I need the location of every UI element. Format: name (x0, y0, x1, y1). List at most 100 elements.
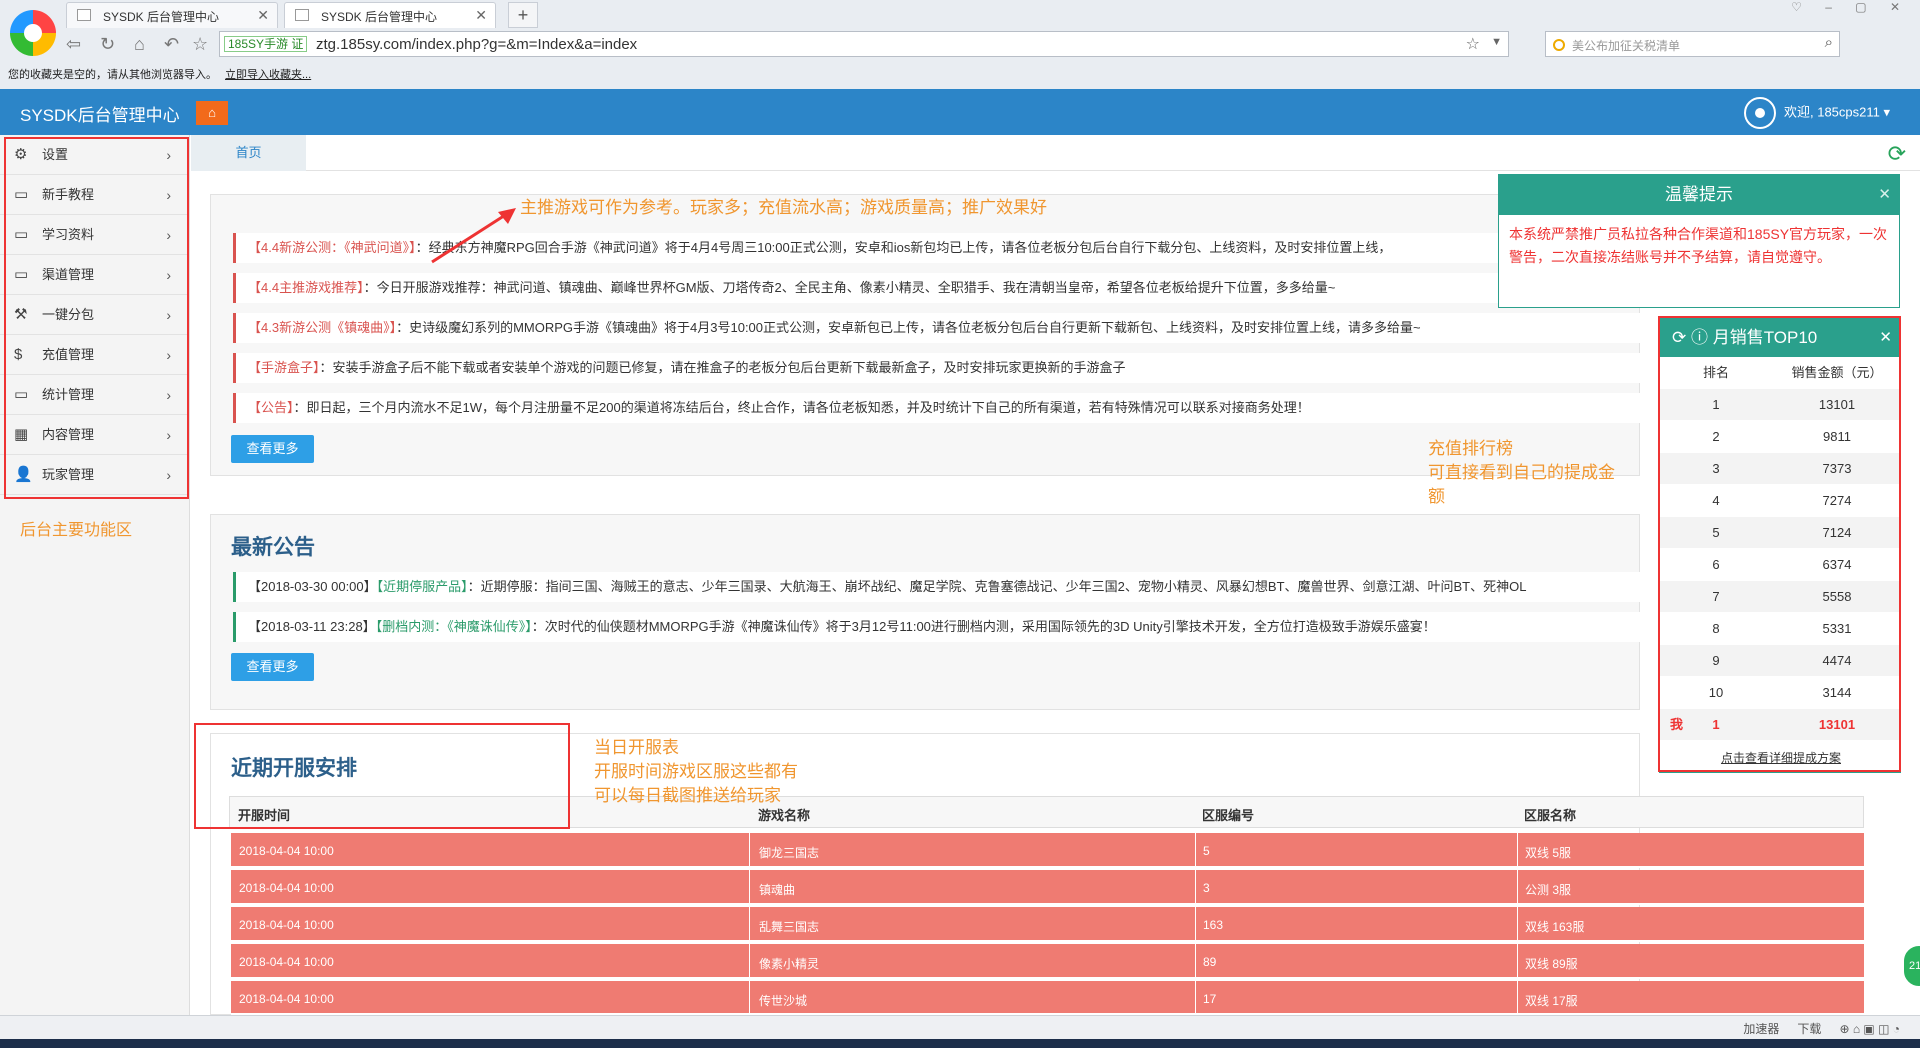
cell-divider (1195, 981, 1196, 1016)
cell-divider (1517, 833, 1518, 868)
search-input[interactable]: 美公布加征关税清单 (1572, 37, 1680, 54)
cell-divider (1517, 944, 1518, 979)
app-header: SYSDK后台管理中心 ⌂ 欢迎, 185cps211 ▾ (0, 89, 1920, 135)
cell-time: 2018-04-04 10:00 (239, 881, 334, 895)
floating-badge[interactable]: 21 (1902, 944, 1920, 988)
cell-game: 镇魂曲 (759, 883, 796, 897)
cell-server-name: 双线 163服 (1525, 920, 1585, 934)
cell-divider (1195, 944, 1196, 979)
notice-item[interactable]: 【4.3新游公测《镇魂曲》】：史诗级魔幻系列的MMORPG手游《镇魂曲》将于4月… (233, 313, 1643, 343)
cell-divider (1517, 870, 1518, 905)
tab-home[interactable]: 首页 (191, 135, 306, 171)
cell-divider (1195, 833, 1196, 868)
notice-text: ：即日起，三个月内流水不足1W，每个月注册量不足200的渠道将冻结后台，终止合作… (293, 400, 1310, 415)
undo-icon[interactable]: ↶ (164, 34, 179, 55)
notice-tag: 【公告】 (248, 400, 294, 415)
welcome-text[interactable]: 欢迎, 185cps211 ▾ (1784, 104, 1890, 119)
window-controls[interactable]: ♡ – ▢ ✕ (1791, 0, 1910, 14)
site-badge: 185SY手游 证 (224, 36, 308, 52)
table-row[interactable]: 2018-04-04 10:00 像素小精灵 89 双线 89服 (231, 944, 1864, 979)
toolbar-icons[interactable]: ⊕ ⌂ ▣ ◫ ◔ (1839, 1022, 1900, 1036)
cell-server-no: 5 (1203, 844, 1210, 858)
cell-game: 御龙三国志 (759, 846, 820, 860)
cell-divider (749, 870, 750, 905)
more-notices-button[interactable]: 查看更多 (231, 435, 314, 463)
browser-tab-1[interactable]: SYSDK 后台管理中心 ✕ (66, 2, 278, 28)
notice-text: ：今日开服游戏推荐：神武问道、镇魂曲、巅峰世界杯GM版、刀塔传奇2、全民主角、像… (363, 280, 1336, 295)
latest-title: 最新公告 (231, 536, 315, 559)
address-bar[interactable]: 185SY手游 证 ztg.185sy.com/index.php?g=&m=I… (219, 31, 1509, 57)
push-games-annotation: 主推游戏可作为参考。玩家多；充值流水高；游戏质量高；推广效果好 (520, 198, 1047, 217)
cell-divider (749, 907, 750, 942)
warning-body: 本系统严禁推广员私拉各种合作渠道和185SY官方玩家，一次警告，二次直接冻结账号… (1509, 226, 1888, 265)
latest-item[interactable]: 【2018-03-11 23:28】【删档内测：《神魔诛仙传》】：次时代的仙侠题… (233, 612, 1643, 642)
tab-title: SYSDK 后台管理中心 (103, 10, 220, 24)
refresh-icon[interactable]: ⟳ (1888, 141, 1906, 167)
more-latest-button[interactable]: 查看更多 (231, 653, 314, 681)
user-menu[interactable]: 欢迎, 185cps211 ▾ (1743, 97, 1890, 129)
home-icon[interactable]: ⌂ (134, 34, 145, 55)
table-row[interactable]: 2018-04-04 10:00 御龙三国志 5 双线 5服 (231, 833, 1864, 868)
table-row[interactable]: 2018-04-04 10:00 传世沙城 17 双线 17服 (231, 981, 1864, 1016)
search-engine-icon (1553, 39, 1565, 51)
schedule-annotation-1: 当日开服表 (594, 738, 679, 757)
cell-server-no: 17 (1203, 992, 1217, 1006)
latest-date: 【2018-03-11 23:28】 (248, 619, 376, 634)
close-icon[interactable]: ✕ (1878, 175, 1891, 215)
latest-panel: 最新公告 【2018-03-30 00:00】【近期停服产品】：近期停服：指间三… (210, 514, 1643, 710)
latest-date: 【2018-03-30 00:00】 (248, 579, 377, 594)
cell-divider (1195, 870, 1196, 905)
back-icon[interactable]: ⇦ (66, 34, 81, 55)
schedule-annotation-3: 可以每日截图推送给玩家 (594, 786, 781, 805)
cell-time: 2018-04-04 10:00 (239, 992, 334, 1006)
avatar (1743, 97, 1776, 129)
search-box[interactable]: 美公布加征关税清单 ⌕ (1545, 31, 1840, 57)
close-tab-icon[interactable]: ✕ (257, 7, 269, 24)
ranking-annotation-2: 可直接看到自己的提成金 (1428, 463, 1615, 482)
cell-divider (1195, 907, 1196, 942)
search-icon[interactable]: ⌕ (1825, 34, 1833, 51)
browser-tab-2[interactable]: SYSDK 后台管理中心 ✕ (284, 2, 496, 28)
cell-time: 2018-04-04 10:00 (239, 918, 334, 932)
cell-time: 2018-04-04 10:00 (239, 844, 334, 858)
cell-server-name: 公测 3服 (1525, 883, 1572, 897)
cell-divider (749, 944, 750, 979)
page-favicon-icon (295, 9, 309, 21)
refresh-icon[interactable]: ↻ (100, 34, 115, 55)
bookmark-star-icon[interactable]: ☆ (1466, 34, 1480, 54)
cell-divider (749, 833, 750, 868)
chevron-down-icon[interactable]: ▼ (1491, 36, 1502, 48)
cell-game: 像素小精灵 (759, 957, 820, 971)
latest-item[interactable]: 【2018-03-30 00:00】【近期停服产品】：近期停服：指间三国、海贼王… (233, 572, 1643, 602)
notice-item[interactable]: 【4.4主推游戏推荐】：今日开服游戏推荐：神武问道、镇魂曲、巅峰世界杯GM版、刀… (233, 273, 1643, 303)
close-tab-icon[interactable]: ✕ (475, 7, 487, 24)
cell-divider (1517, 907, 1518, 942)
browser-statusbar: 加速器 下载 ⊕ ⌂ ▣ ◫ ◔ (0, 1015, 1920, 1039)
url-text[interactable]: ztg.185sy.com/index.php?g=&m=Index&a=ind… (316, 36, 637, 53)
notice-item[interactable]: 【公告】：即日起，三个月内流水不足1W，每个月注册量不足200的渠道将冻结后台，… (233, 393, 1643, 423)
tab-title: SYSDK 后台管理中心 (321, 10, 438, 24)
app-brand[interactable]: SYSDK后台管理中心 (20, 101, 180, 126)
cell-divider (1517, 981, 1518, 1016)
notice-item[interactable]: 【手游盒子】：安装手游盒子后不能下载或者安装单个游戏的问题已修复，请在推盒子的老… (233, 353, 1643, 383)
accelerator-label[interactable]: 加速器 (1743, 1022, 1779, 1036)
notice-text: ：安装手游盒子后不能下载或者安装单个游戏的问题已修复，请在推盒子的老板分包后台更… (319, 360, 1126, 375)
browser-logo-icon[interactable] (10, 10, 56, 56)
latest-text: ：近期停服：指间三国、海贼王的意志、少年三国录、大航海王、崩坏战纪、魔足学院、克… (467, 579, 1527, 594)
notice-text: ：史诗级魔幻系列的MMORPG手游《镇魂曲》将于4月3号10:00正式公测，安卓… (396, 320, 1421, 335)
new-tab-button[interactable]: + (508, 2, 538, 28)
os-taskbar (0, 1039, 1920, 1048)
warning-header: 温馨提示 ✕ (1499, 175, 1899, 215)
annotation-arrow-icon (431, 208, 516, 264)
favorite-icon[interactable]: ☆ (192, 34, 208, 55)
import-bookmarks-link[interactable]: 立即导入收藏夹... (225, 69, 311, 81)
bookmark-empty-text: 您的收藏夹是空的，请从其他浏览器导入。 (8, 69, 217, 81)
cell-server-no: 163 (1203, 918, 1224, 932)
table-row[interactable]: 2018-04-04 10:00 镇魂曲 3 公测 3服 (231, 870, 1864, 905)
notice-panel: 【4.4新游公测：《神武问道》】：经典东方神魔RPG回合手游《神武问道》将于4月… (210, 194, 1643, 476)
table-row[interactable]: 2018-04-04 10:00 乱舞三国志 163 双线 163服 (231, 907, 1864, 942)
home-button[interactable]: ⌂ (196, 101, 228, 125)
cell-server-no: 89 (1203, 955, 1217, 969)
download-label[interactable]: 下载 (1797, 1022, 1821, 1036)
cell-game: 传世沙城 (759, 994, 808, 1008)
